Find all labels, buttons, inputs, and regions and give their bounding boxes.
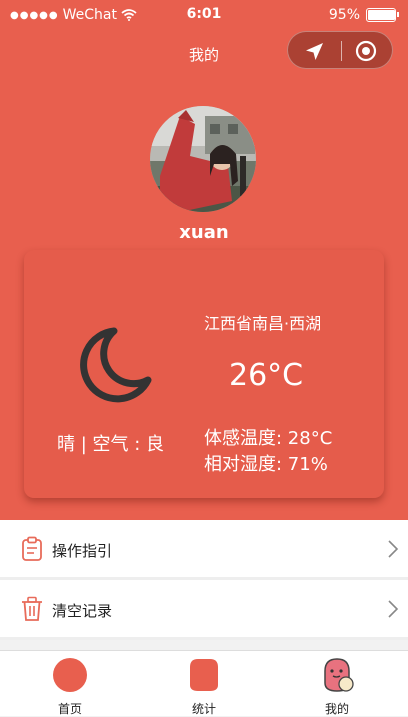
avatar-photo <box>150 106 256 212</box>
menu-label-clear: 清空记录 <box>52 602 113 620</box>
tab-label-home: 首页 <box>57 702 82 716</box>
tab-label-profile: 我的 <box>324 702 349 716</box>
header-background: ●●●●● WeChat 6:01 95% 我的 xuan 晴 | 空气: 良… <box>0 0 408 520</box>
capsule-divider <box>341 41 342 61</box>
humidity: 相对湿度: 71% <box>204 454 328 475</box>
menu-label-guide: 操作指引 <box>52 542 113 560</box>
navigation-arrow-icon[interactable] <box>303 41 325 63</box>
home-icon <box>53 658 87 692</box>
menu-list: 操作指引 清空记录 <box>0 520 408 640</box>
tab-bar: 首页 统计 我的 <box>0 650 408 716</box>
mini-program-capsule <box>287 31 393 69</box>
weather-card: 晴 | 空气 : 良 江西省南昌·西湖 26°C 体感温度: 28°C 相对湿度… <box>24 250 384 498</box>
status-bar: ●●●●● WeChat 6:01 95% <box>0 0 408 30</box>
profile-icon <box>324 658 354 692</box>
stats-icon <box>190 659 218 691</box>
feels-like: 体感温度: 28°C <box>204 428 333 449</box>
chevron-right-icon <box>388 540 399 558</box>
battery-level <box>368 10 395 20</box>
clipboard-icon <box>22 536 42 561</box>
tab-label-stats: 统计 <box>191 702 216 716</box>
weather-location: 江西省南昌·西湖 <box>204 314 322 333</box>
moon-icon <box>80 327 152 403</box>
username: xuan <box>179 222 229 243</box>
temperature: 26°C <box>229 358 304 393</box>
avatar[interactable] <box>150 106 256 212</box>
target-icon[interactable] <box>355 40 377 62</box>
status-battery: 95% <box>328 7 399 23</box>
menu-item-clear[interactable]: 清空记录 <box>0 580 408 640</box>
weather-condition: 晴 | 空气 : 良 <box>57 434 165 455</box>
battery-percent: 95% <box>328 7 360 23</box>
battery-icon <box>366 8 399 22</box>
menu-item-guide[interactable]: 操作指引 <box>0 520 408 580</box>
chevron-right-icon <box>388 600 399 618</box>
trash-icon <box>22 596 42 621</box>
